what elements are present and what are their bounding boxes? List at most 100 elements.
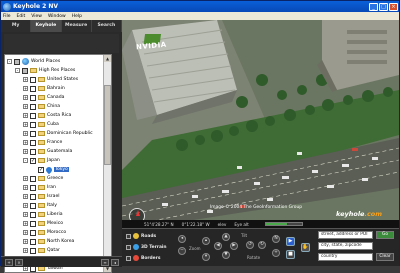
tree-item[interactable]: - ✓ Japan (23, 156, 60, 165)
tree-item[interactable]: + Iran (23, 183, 56, 192)
tree-checkbox[interactable] (30, 229, 36, 236)
layer-roads[interactable]: Roads (126, 233, 156, 239)
expand-icon[interactable]: + (23, 248, 28, 253)
pan-east-icon[interactable]: ▶ (230, 242, 238, 250)
tree-checkbox[interactable] (30, 211, 36, 218)
expand-icon[interactable]: + (23, 203, 28, 208)
tree-checkbox[interactable] (30, 220, 36, 227)
zoom-out-icon[interactable]: − (178, 247, 186, 255)
expand-icon[interactable]: + (23, 131, 28, 136)
tree-checkbox[interactable] (14, 58, 20, 65)
scroll-thumb[interactable] (104, 85, 111, 165)
layer-borders[interactable]: Borders (126, 255, 160, 261)
tree-item[interactable]: ✓ Tokyo (31, 165, 69, 174)
rotate-right-icon[interactable]: ↻ (258, 241, 266, 249)
clear-button[interactable]: Clear (376, 253, 394, 261)
tree-checkbox[interactable] (30, 121, 36, 128)
collapse-panel-icon[interactable]: ◂ (111, 259, 119, 266)
tree-checkbox[interactable]: ✓ (38, 166, 44, 173)
delete-icon[interactable]: × (15, 259, 23, 266)
layer-3d-terrain[interactable]: 3D Terrain (126, 244, 167, 250)
tree-checkbox[interactable] (30, 94, 36, 101)
tree-checkbox[interactable] (30, 175, 36, 182)
collapse-icon[interactable]: - (7, 59, 12, 64)
tree-checkbox[interactable] (30, 112, 36, 119)
tilt-up-icon[interactable]: ▴ (202, 237, 210, 245)
collapse-icon[interactable]: - (15, 68, 20, 73)
pan-north-icon[interactable]: ▲ (222, 233, 230, 241)
tree-item[interactable]: + United States (23, 75, 78, 84)
maximize-button[interactable]: □ (379, 2, 388, 11)
tree-checkbox[interactable] (30, 193, 36, 200)
title-bar[interactable]: Keyhole 2 NV _ □ × (1, 1, 399, 12)
tab-keyhole[interactable]: Keyhole (31, 20, 62, 32)
tree-checkbox[interactable]: ✓ (30, 157, 36, 164)
collapse-icon[interactable]: - (23, 158, 28, 163)
tree-checkbox[interactable] (30, 202, 36, 209)
tilt-down-icon[interactable]: ▾ (202, 253, 210, 261)
minimize-button[interactable]: _ (369, 2, 378, 11)
menu-help[interactable]: Help (72, 14, 82, 19)
tree-checkbox[interactable] (22, 67, 28, 74)
expand-icon[interactable]: + (23, 104, 28, 109)
tree-item[interactable]: + Morocco (23, 228, 66, 237)
address-input[interactable]: street, address or POI (318, 231, 373, 239)
menu-edit[interactable]: Edit (17, 14, 26, 19)
tree-checkbox[interactable] (30, 130, 36, 137)
tree-checkbox[interactable] (30, 148, 36, 155)
tree-checkbox[interactable] (30, 184, 36, 191)
tree-item[interactable]: + North Korea (23, 237, 74, 246)
tab-my-keyhole[interactable]: My Keyhole (1, 20, 32, 40)
close-button[interactable]: × (389, 2, 398, 11)
tree-item[interactable]: + France (23, 138, 62, 147)
expand-icon[interactable]: + (23, 230, 28, 235)
expand-icon[interactable]: + (23, 86, 28, 91)
expand-icon[interactable]: + (23, 212, 28, 217)
expand-icon[interactable]: + (23, 221, 28, 226)
menu-window[interactable]: Window (48, 14, 66, 19)
tree-scrollbar[interactable]: ▲ ▼ (103, 55, 111, 272)
tree-item[interactable]: + Israel (23, 192, 60, 201)
tree-item[interactable]: + Costa Rica (23, 111, 71, 120)
tree-item[interactable]: + Dominican Republic (23, 129, 93, 138)
menu-file[interactable]: File (3, 14, 11, 19)
country-input[interactable]: country (318, 253, 373, 261)
play-tour-icon[interactable]: ▶ (286, 237, 295, 246)
tab-measure[interactable]: Measure (61, 20, 92, 32)
hand-tool-icon[interactable]: ✋ (301, 243, 310, 252)
pan-west-icon[interactable]: ◀ (214, 242, 222, 250)
tree-item[interactable]: + Liberia (23, 210, 63, 219)
tree-item[interactable]: - High Res Places (15, 66, 75, 75)
tree-item[interactable]: + Greece (23, 174, 63, 183)
expand-icon[interactable]: + (23, 113, 28, 118)
tree-item[interactable]: + China (23, 102, 60, 111)
tree-checkbox[interactable] (30, 103, 36, 110)
panel-options-icon[interactable]: ≡ (101, 259, 109, 266)
tab-search[interactable]: Search (91, 20, 122, 32)
places-tree[interactable]: - World Places - High Res Places + United Sta… (4, 54, 112, 273)
menu-view[interactable]: View (31, 14, 42, 19)
tree-item[interactable]: + Bahrain (23, 84, 65, 93)
expand-icon[interactable]: + (23, 239, 28, 244)
layer-checkbox[interactable] (126, 255, 131, 261)
tree-item[interactable]: + Mexico (23, 219, 63, 228)
city-input[interactable]: city, state, zipcode (318, 242, 373, 250)
pan-left-icon[interactable]: ◂ (178, 235, 186, 243)
expand-icon[interactable]: + (23, 122, 28, 127)
tree-item[interactable]: + Cuba (23, 120, 59, 129)
tree-item[interactable]: - World Places (7, 57, 60, 66)
expand-icon[interactable]: + (23, 95, 28, 100)
tree-checkbox[interactable] (30, 238, 36, 245)
reset-north-icon[interactable]: N (272, 235, 280, 243)
tree-checkbox[interactable] (30, 85, 36, 92)
layer-checkbox[interactable] (126, 233, 131, 239)
expand-icon[interactable]: + (23, 149, 28, 154)
stop-tour-icon[interactable]: ■ (286, 250, 295, 259)
tree-item[interactable]: + Italy (23, 201, 57, 210)
tree-checkbox[interactable] (30, 247, 36, 254)
go-button[interactable]: Go (376, 231, 394, 239)
tree-item[interactable]: + Canada (23, 93, 64, 102)
expand-icon[interactable]: + (23, 140, 28, 145)
expand-icon[interactable]: + (23, 176, 28, 181)
tree-item[interactable]: + Guatemala (23, 147, 72, 156)
